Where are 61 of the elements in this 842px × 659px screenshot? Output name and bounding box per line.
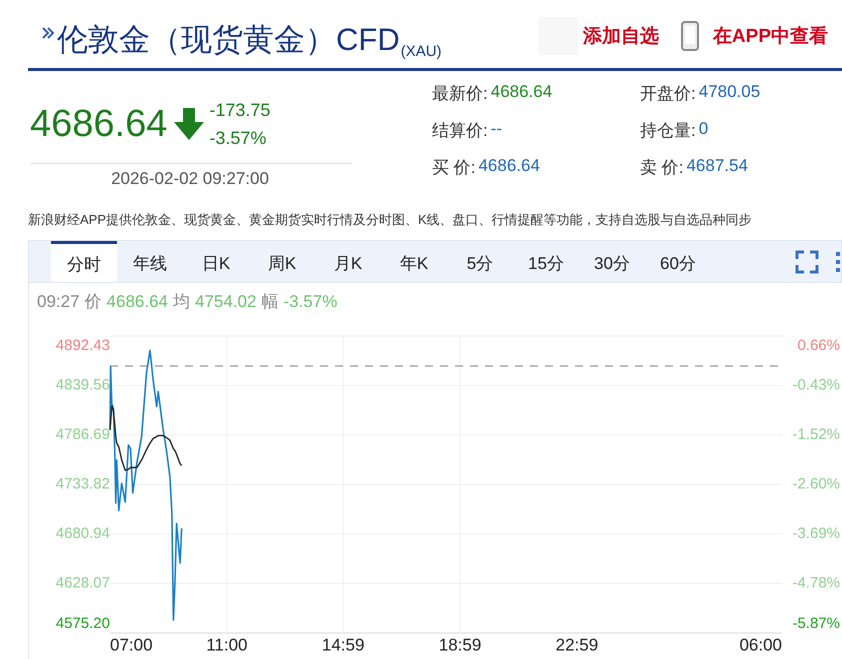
last-price: 4686.64 — [30, 102, 168, 146]
field-value: 4687.54 — [686, 156, 748, 177]
chart-tab[interactable]: 15分 — [513, 241, 579, 282]
axis-label: 06:00 — [739, 635, 782, 654]
chart-tab[interactable]: 60分 — [645, 241, 711, 282]
field-label: 卖 价: — [640, 157, 684, 179]
axis-label: 4733.82 — [56, 475, 110, 492]
field-label: 结算价: — [432, 120, 488, 142]
axis-label: 11:00 — [206, 635, 248, 654]
axis-label: -5.87% — [792, 614, 840, 632]
axis-label: -1.52% — [792, 426, 840, 443]
notice-text: 新浪财经APP提供伦敦金、现货黄金、黄金期货实时行情及分时图、K线、盘口、行情提醒等功能，支持自选股与自选品种同步 — [28, 211, 753, 229]
symbol-code: (XAU) — [400, 43, 442, 60]
chart-tab[interactable]: 月K — [315, 241, 381, 282]
field-value: 4686.64 — [478, 156, 540, 177]
chart-tab[interactable]: 年线 — [117, 241, 183, 282]
axis-label: 22:59 — [556, 635, 598, 654]
axis-label: 07:00 — [110, 635, 153, 654]
field-value: 0 — [698, 119, 710, 140]
stat-label: 均 — [173, 291, 190, 313]
axis-label: -3.69% — [792, 524, 840, 542]
percent-change: -3.57% — [209, 128, 268, 148]
quote-time: 2026-02-02 09:27:00 — [110, 169, 270, 189]
stat-value: -3.57% — [283, 292, 338, 312]
axis-label: 4892.43 — [56, 336, 110, 354]
more-icon[interactable] — [835, 250, 841, 272]
field-label: 买 价: — [432, 157, 476, 179]
axis-label: -4.78% — [792, 574, 840, 592]
axis-label: 0.66% — [797, 336, 840, 354]
stat-value: 4754.02 — [195, 292, 256, 312]
time-label: 09:27 — [37, 292, 80, 312]
axis-label: 4839.56 — [56, 376, 110, 394]
open-app-link[interactable]: 在APP中查看 — [668, 15, 842, 57]
chart-tab[interactable]: 30分 — [579, 241, 645, 282]
chart-tab[interactable]: 年K — [381, 241, 447, 282]
axis-label: 4680.94 — [56, 524, 110, 542]
axis-label: 4786.69 — [56, 426, 110, 443]
field-label: 持仓量: — [640, 120, 696, 142]
chart-tab[interactable]: 周K — [249, 241, 315, 282]
fullscreen-icon[interactable] — [795, 250, 819, 274]
chart-tab[interactable]: 日K — [183, 241, 249, 282]
price-change: -173.75 — [209, 100, 270, 120]
axis-label: 4575.20 — [56, 614, 110, 632]
stat-value: 4686.64 — [106, 292, 168, 312]
field-label: 开盘价: — [640, 83, 696, 105]
field-value: -- — [490, 119, 504, 140]
field-value: 4686.64 — [490, 82, 552, 103]
phone-icon — [680, 21, 699, 51]
page-title: 伦敦金（现货黄金）CFD — [57, 22, 400, 58]
stat-label: 幅 — [261, 291, 278, 313]
chevron-icon — [42, 26, 54, 40]
axis-label: -0.43% — [792, 376, 840, 394]
chart-tab[interactable]: 分时 — [51, 241, 117, 282]
axis-label: 18:59 — [438, 635, 482, 654]
field-value: 4780.05 — [698, 82, 760, 103]
chart-tab[interactable]: 5分 — [447, 241, 513, 282]
axis-label: 14:59 — [322, 635, 364, 654]
axis-label: 4628.07 — [56, 574, 110, 592]
stat-label: 价 — [84, 291, 102, 313]
field-label: 最新价: — [432, 83, 488, 105]
axis-label: -2.60% — [792, 475, 840, 492]
